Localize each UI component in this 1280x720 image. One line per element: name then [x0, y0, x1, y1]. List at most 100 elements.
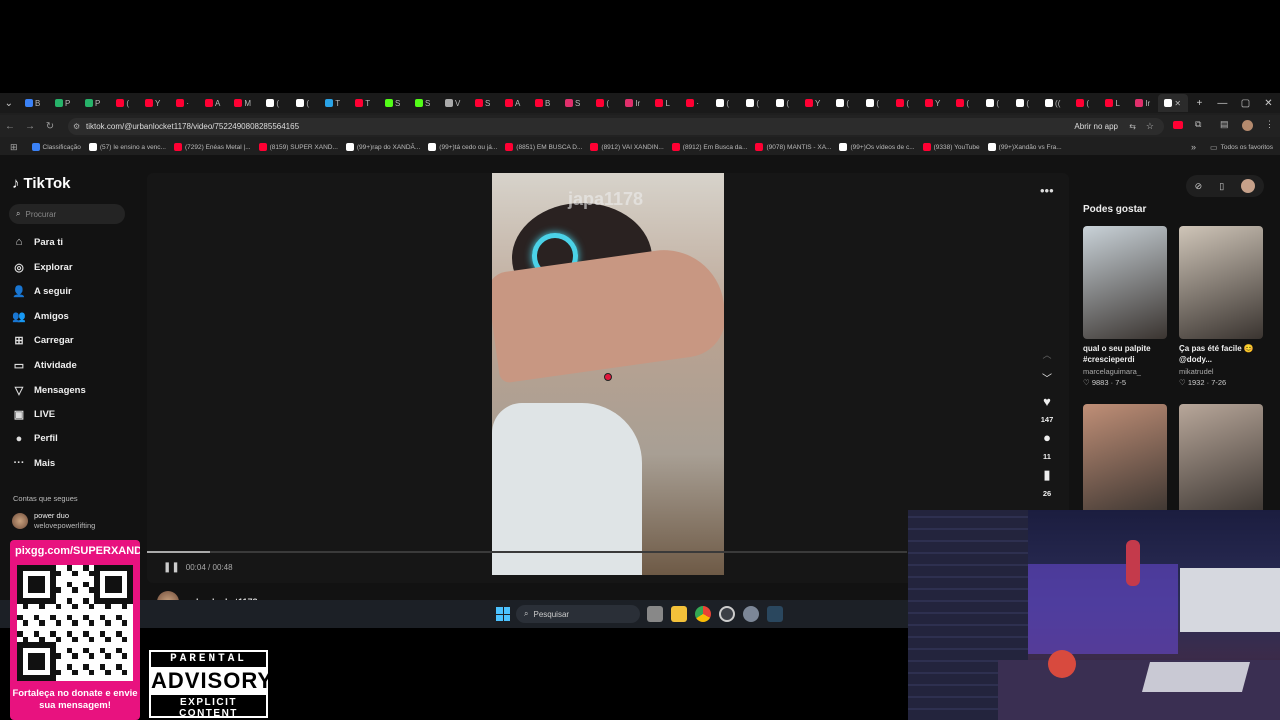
- video-thumbnail[interactable]: [1083, 404, 1167, 517]
- browser-tab[interactable]: ·: [678, 94, 708, 112]
- bookmark-item[interactable]: (99+)Xandão vs Fra...: [987, 143, 1062, 151]
- pause-icon[interactable]: ❚❚: [163, 562, 180, 573]
- video-thumbnail[interactable]: [1179, 226, 1263, 339]
- bookmark-item[interactable]: (9078) MANTIS - XA...: [755, 143, 831, 151]
- browser-tab[interactable]: Y: [138, 94, 168, 112]
- browser-tab[interactable]: (: [258, 94, 288, 112]
- video-progress-bar[interactable]: [147, 551, 907, 553]
- bookmark-item[interactable]: (8851) EM BUSCA D...: [505, 143, 582, 151]
- bookmark-item[interactable]: (9338) YouTube: [922, 143, 980, 151]
- sidebar-item-atividade[interactable]: ▭ Atividade: [12, 359, 77, 372]
- browser-tab[interactable]: B: [18, 94, 48, 112]
- site-info-icon[interactable]: ⚙: [73, 122, 80, 131]
- browser-tab[interactable]: (: [108, 94, 138, 112]
- recommended-video-card[interactable]: qual o seu palpite #crescieperdi marcela…: [1083, 226, 1167, 387]
- app-icon[interactable]: [719, 606, 735, 622]
- windows-start-icon[interactable]: [496, 607, 510, 621]
- browser-tab[interactable]: P: [78, 94, 108, 112]
- like-heart-icon[interactable]: ♥: [1037, 394, 1057, 409]
- more-options-icon[interactable]: •••: [1040, 183, 1054, 198]
- browser-tab[interactable]: (: [1068, 94, 1098, 112]
- bookmark-item[interactable]: (7292) Enéas Metal |...: [173, 143, 251, 151]
- sidebar-item-carregar[interactable]: ⊞ Carregar: [12, 334, 73, 347]
- sidebar-item-a-seguir[interactable]: 👤 A seguir: [12, 285, 72, 298]
- bookmark-icon[interactable]: ▮: [1037, 467, 1057, 483]
- video-thumbnail[interactable]: [1179, 404, 1263, 517]
- bookmark-item[interactable]: (8912) VAI XANDIN...: [590, 143, 664, 151]
- browser-tab[interactable]: (: [978, 94, 1008, 112]
- bookmarks-overflow-icon[interactable]: »: [1191, 142, 1196, 152]
- profile-avatar[interactable]: [1242, 120, 1253, 131]
- close-tab-icon[interactable]: ✕: [1174, 99, 1181, 108]
- user-avatar[interactable]: [1241, 179, 1256, 193]
- following-account[interactable]: power duo welovepowerlifting: [12, 511, 95, 531]
- browser-tab[interactable]: S: [408, 94, 438, 112]
- sidebar-item-live[interactable]: ▣ LIVE: [12, 408, 55, 421]
- settings-icon[interactable]: [743, 606, 759, 622]
- browser-tab[interactable]: S: [468, 94, 498, 112]
- browser-tab[interactable]: A: [198, 94, 228, 112]
- task-view-icon[interactable]: [647, 606, 663, 622]
- browser-tab[interactable]: A: [498, 94, 528, 112]
- forward-icon[interactable]: →: [20, 116, 40, 136]
- sidepanel-icon[interactable]: ▤: [1220, 119, 1229, 130]
- browser-tab[interactable]: Ir: [618, 94, 648, 112]
- previous-video-icon[interactable]: ︿: [1037, 348, 1057, 361]
- browser-tab[interactable]: Ir: [1128, 94, 1158, 112]
- apps-grid-icon[interactable]: ⊞: [10, 142, 18, 153]
- extension-youtube-icon[interactable]: [1173, 121, 1183, 129]
- search-input[interactable]: ⌕ Procurar: [9, 204, 125, 224]
- file-explorer-icon[interactable]: [671, 606, 687, 622]
- bookmark-item[interactable]: (99+)rap do XANDÃ...: [345, 143, 420, 151]
- browser-tab[interactable]: S: [378, 94, 408, 112]
- taskbar-search[interactable]: ⌕ Pesquisar: [516, 605, 640, 623]
- browser-tab[interactable]: S: [558, 94, 588, 112]
- video-frame[interactable]: japa1178: [492, 173, 724, 575]
- bookmark-item[interactable]: (99+)tá cedo ou já...: [428, 143, 497, 151]
- close-window-button[interactable]: ✕: [1257, 94, 1280, 112]
- new-tab-button[interactable]: +: [1188, 94, 1211, 112]
- menu-icon[interactable]: ⋮: [1265, 119, 1274, 130]
- sidebar-item-amigos[interactable]: 👥 Amigos: [12, 310, 69, 323]
- browser-tab[interactable]: Y: [918, 94, 948, 112]
- browser-tab[interactable]: (: [1008, 94, 1038, 112]
- device-icon[interactable]: ▯: [1219, 181, 1224, 192]
- browser-tab[interactable]: M: [228, 94, 258, 112]
- active-tab[interactable]: ✕: [1157, 94, 1188, 112]
- tiktok-logo[interactable]: ♪ TikTok: [12, 175, 70, 192]
- minimize-button[interactable]: —: [1211, 94, 1234, 112]
- sidebar-item-mais[interactable]: ··· Mais: [12, 457, 56, 469]
- browser-tab[interactable]: Y: [798, 94, 828, 112]
- url-text[interactable]: tiktok.com/@urbanlocket1178/video/752249…: [86, 122, 299, 131]
- bookmark-item[interactable]: (99+)Os vídeos de c...: [839, 143, 915, 151]
- browser-tab[interactable]: ·: [168, 94, 198, 112]
- browser-tab[interactable]: L: [1098, 94, 1128, 112]
- video-thumbnail[interactable]: [1083, 226, 1167, 339]
- bookmark-item[interactable]: (8159) SUPER XAND...: [258, 143, 338, 151]
- sidebar-item-para-ti[interactable]: ⌂ Para ti: [12, 236, 63, 248]
- browser-tab[interactable]: B: [528, 94, 558, 112]
- recommended-video-card[interactable]: Ça pas été facile 😊 @dody... mikatrudel …: [1179, 226, 1263, 387]
- bookmark-star-icon[interactable]: ☆: [1146, 121, 1154, 132]
- browser-tab[interactable]: T: [318, 94, 348, 112]
- browser-tab[interactable]: (: [888, 94, 918, 112]
- translate-icon[interactable]: ⇆: [1129, 122, 1136, 131]
- recommended-video-card[interactable]: [1083, 404, 1167, 517]
- sidebar-item-explorar[interactable]: ◎ Explorar: [12, 261, 72, 274]
- bookmark-item[interactable]: (57) Ie ensino a venc...: [88, 143, 166, 151]
- back-icon[interactable]: ←: [0, 116, 20, 136]
- steam-icon[interactable]: [767, 606, 783, 622]
- browser-tab[interactable]: ((: [1038, 94, 1068, 112]
- browser-tab[interactable]: (: [738, 94, 768, 112]
- recommended-video-card[interactable]: [1179, 404, 1263, 517]
- browser-tab[interactable]: (: [828, 94, 858, 112]
- reload-icon[interactable]: ↻: [40, 116, 60, 136]
- all-favorites-link[interactable]: Todos os favoritos: [1221, 144, 1273, 151]
- browser-tab[interactable]: L: [648, 94, 678, 112]
- sidebar-item-mensagens[interactable]: ▽ Mensagens: [12, 384, 86, 397]
- browser-tab[interactable]: (: [948, 94, 978, 112]
- chrome-icon[interactable]: [695, 606, 711, 622]
- tab-search-button[interactable]: ⌄: [0, 94, 18, 112]
- browser-tab[interactable]: V: [438, 94, 468, 112]
- browser-tab[interactable]: (: [858, 94, 888, 112]
